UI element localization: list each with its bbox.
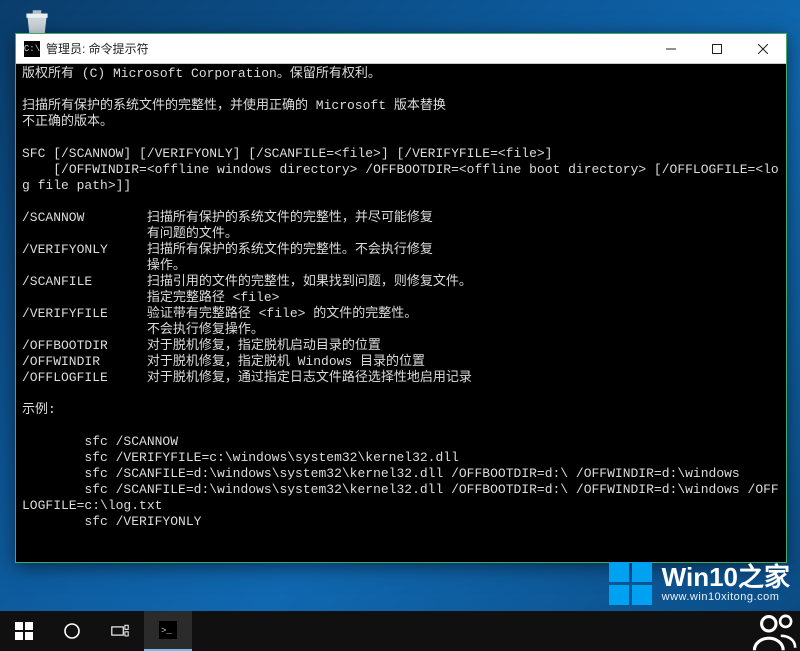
cmd-icon: C:\ [24, 41, 40, 57]
titlebar[interactable]: C:\ 管理员: 命令提示符 [16, 34, 786, 64]
taskview-button[interactable] [96, 611, 144, 651]
window-title: 管理员: 命令提示符 [46, 40, 149, 57]
minimize-button[interactable] [648, 34, 694, 63]
maximize-button[interactable] [694, 34, 740, 63]
windows-flag-icon [609, 562, 652, 605]
watermark-logo: Win10之家 www.win10xitong.com [609, 562, 790, 605]
cortana-button[interactable] [48, 611, 96, 651]
people-button[interactable] [752, 611, 800, 651]
start-button[interactable] [0, 611, 48, 651]
svg-text:>_: >_ [161, 626, 172, 636]
brand-name: Win10之家 [662, 564, 790, 590]
terminal-output[interactable]: 版权所有 (C) Microsoft Corporation。保留所有权利。 扫… [16, 64, 786, 562]
taskbar-app-cmd[interactable]: >_ [144, 611, 192, 651]
taskbar: >_ [0, 611, 800, 651]
desktop: C:\ 管理员: 命令提示符 版权所有 (C) Microsoft Corpor… [0, 0, 800, 651]
brand-url: www.win10xitong.com [662, 592, 790, 603]
cmd-window: C:\ 管理员: 命令提示符 版权所有 (C) Microsoft Corpor… [15, 33, 787, 563]
close-button[interactable] [740, 34, 786, 63]
